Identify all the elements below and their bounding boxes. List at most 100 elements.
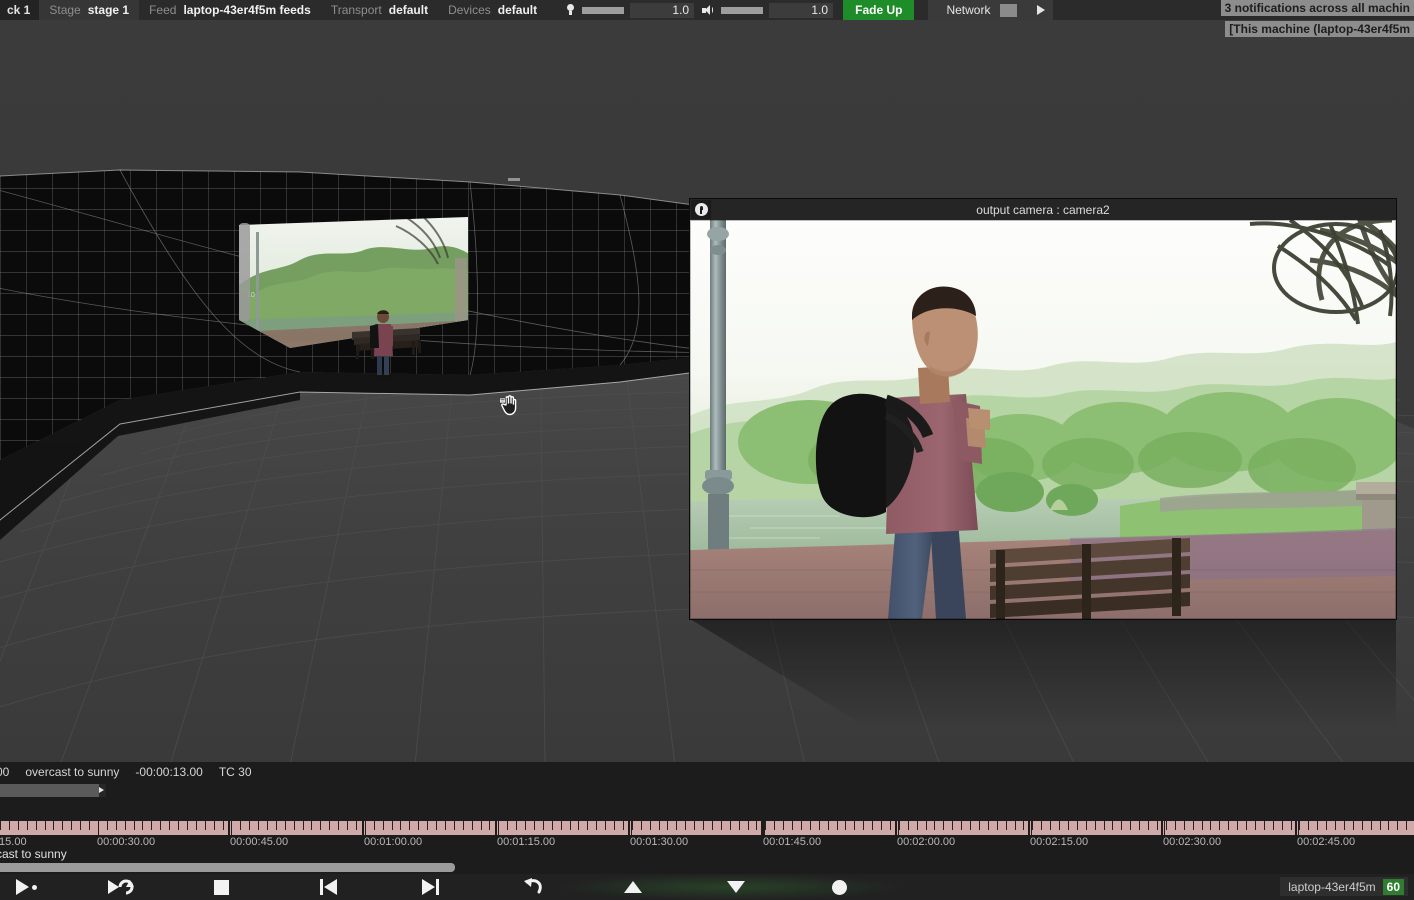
ruler-tick <box>872 821 873 830</box>
ruler-tick <box>472 821 473 830</box>
ruler-tick <box>605 821 606 830</box>
next-section-button[interactable] <box>414 874 446 900</box>
timeline-cue-time: -00:00:13.00 <box>135 765 203 779</box>
screen-edge-bar <box>239 223 250 321</box>
timeline-scrubber[interactable] <box>0 784 1414 798</box>
ruler-tick <box>890 821 891 830</box>
stop-icon <box>213 879 229 895</box>
ruler-tick <box>1353 821 1354 830</box>
transport-selector[interactable]: Transport default <box>320 0 439 20</box>
output-camera-video[interactable] <box>690 220 1396 619</box>
stage-selector[interactable]: Stage stage 1 <box>39 0 140 20</box>
ruler-tick <box>1184 821 1185 830</box>
ruler-tick <box>1299 821 1300 830</box>
bulb-icon <box>565 3 576 17</box>
ruler-tick <box>303 821 304 830</box>
ruler-tick <box>614 821 615 830</box>
ruler-tick <box>1219 821 1220 830</box>
ruler-tick <box>952 821 953 830</box>
previous-section-button[interactable] <box>312 874 344 900</box>
top-toolbar: ck 1 Stage stage 1 Feed laptop-43er4f5m … <box>0 0 1414 20</box>
stage-value-label: stage 1 <box>87 3 130 17</box>
loop-button[interactable] <box>104 874 138 900</box>
ruler-tick <box>1255 821 1256 830</box>
ruler-tick <box>196 821 197 830</box>
ruler-tick <box>374 821 375 830</box>
track-selector[interactable]: ck 1 <box>0 0 40 20</box>
scrubber-handle[interactable] <box>99 787 104 793</box>
record-dot-icon <box>831 879 847 895</box>
ruler-tick <box>623 821 624 830</box>
scrubber-fill[interactable] <box>0 784 99 797</box>
volume-slider[interactable] <box>721 6 764 14</box>
ruler-tick <box>712 821 713 830</box>
ruler-tick <box>997 821 998 830</box>
network-panel[interactable]: Network <box>928 0 1054 20</box>
fade-up-button[interactable]: Fade Up <box>843 0 915 20</box>
brightness-control[interactable]: 1.0 <box>557 0 695 20</box>
ruler-tick <box>1112 821 1113 830</box>
timeline-clip-bar[interactable] <box>0 863 455 872</box>
stop-button[interactable] <box>212 874 230 900</box>
lock-icon[interactable] <box>691 200 711 219</box>
ruler-tick <box>899 821 900 830</box>
ruler-time-label: 00:02:30.00 <box>1163 836 1222 848</box>
ruler-tick <box>258 821 259 830</box>
output-camera-panel[interactable]: output camera : camera2 <box>690 199 1396 619</box>
previous-track-button[interactable] <box>622 874 644 900</box>
ruler-tick <box>1246 821 1247 830</box>
ruler-tick <box>1068 821 1069 830</box>
record-button[interactable] <box>830 874 848 900</box>
brightness-value[interactable]: 1.0 <box>630 2 695 18</box>
ruler-tick <box>552 821 553 830</box>
devices-key-label: Devices <box>448 3 491 17</box>
volume-control[interactable]: 1.0 <box>694 0 834 20</box>
ruler-tick <box>650 821 651 830</box>
notification-stack[interactable]: 3 notifications across all machin [This … <box>1220 0 1414 40</box>
network-label: Network <box>946 3 991 17</box>
ruler-tick <box>481 821 482 830</box>
timeline-cue-name[interactable]: overcast to sunny <box>25 765 119 779</box>
timeline-ruler[interactable]: :15.0000:00:30.0000:00:45.0000:01:00.000… <box>0 821 1414 848</box>
ruler-tick <box>1388 821 1389 830</box>
ruler-tick <box>1032 821 1033 830</box>
ruler-tick <box>187 821 188 830</box>
ruler-tick <box>45 821 46 830</box>
ruler-tick <box>908 821 909 830</box>
devices-selector[interactable]: Devices default <box>438 0 548 20</box>
ruler-tick <box>1237 821 1238 830</box>
pan-hand-cursor <box>499 395 517 416</box>
machine-name-label: laptop-43er4f5m <box>1288 879 1376 894</box>
ruler-major-tick <box>631 821 632 835</box>
feed-key-label: Feed <box>149 3 177 17</box>
next-track-button[interactable] <box>725 874 747 900</box>
ruler-tick <box>329 821 330 830</box>
ruler-tick <box>151 821 152 830</box>
output-camera-header[interactable]: output camera : camera2 <box>690 199 1396 220</box>
ruler-major-tick <box>98 821 99 835</box>
ruler-tick <box>294 821 295 830</box>
brightness-slider[interactable] <box>582 6 625 14</box>
volume-value[interactable]: 1.0 <box>769 2 834 18</box>
undo-button[interactable] <box>520 874 546 900</box>
ruler-major-tick <box>365 821 366 835</box>
network-status-swatch[interactable] <box>1000 3 1018 17</box>
play-dot-icon <box>15 879 37 895</box>
play-cue-button[interactable] <box>8 874 44 900</box>
ruler-tick <box>1291 821 1292 830</box>
play-arrow-icon[interactable] <box>1037 5 1046 15</box>
timeline-track-name[interactable]: cast to sunny <box>0 847 67 861</box>
ruler-tick <box>1095 821 1096 830</box>
feed-selector[interactable]: Feed laptop-43er4f5m feeds <box>139 0 321 20</box>
notification-machine[interactable]: [This machine (laptop-43er4f5m <box>1225 21 1414 37</box>
ruler-time-label: 00:00:45.00 <box>230 836 289 848</box>
machine-status-tag[interactable]: laptop-43er4f5m 60 <box>1280 877 1408 896</box>
ruler-tick <box>1086 821 1087 830</box>
ruler-tick <box>311 821 312 830</box>
notification-summary[interactable]: 3 notifications across all machin <box>1220 0 1414 16</box>
ruler-tick <box>703 821 704 830</box>
loop-icon <box>108 879 134 895</box>
ruler-tick <box>1210 821 1211 830</box>
park-bench <box>990 538 1190 619</box>
ruler-tick <box>125 821 126 830</box>
